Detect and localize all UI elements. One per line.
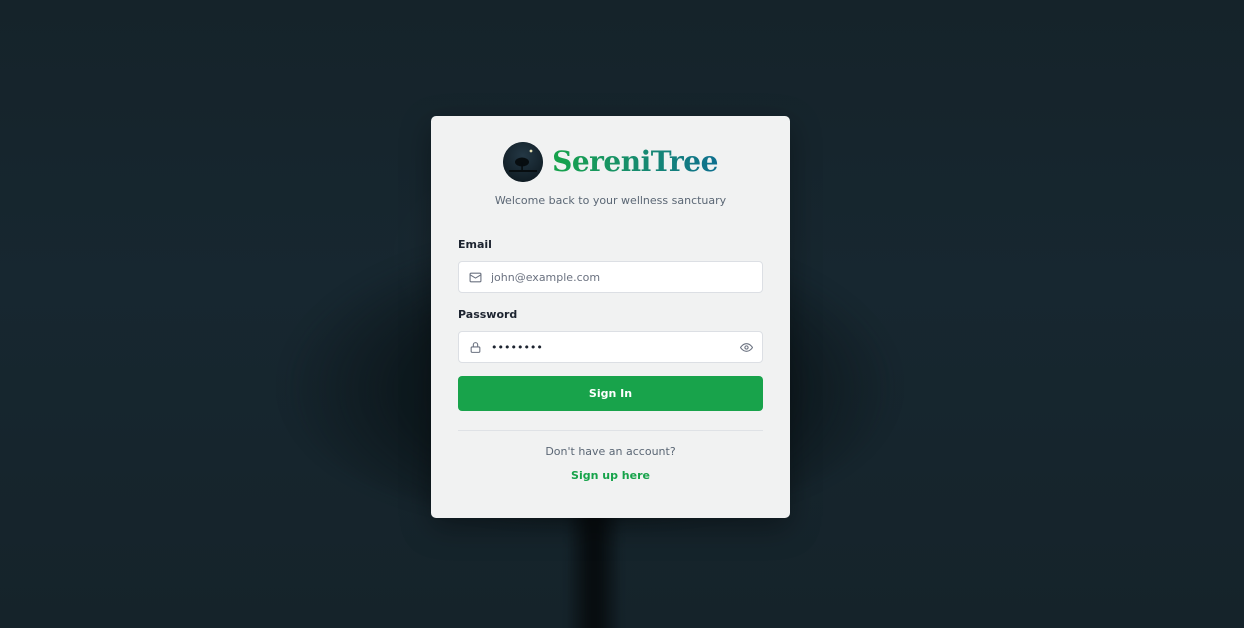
- email-field[interactable]: [458, 261, 763, 293]
- password-field[interactable]: [458, 331, 763, 363]
- login-card: SereniTree Welcome back to your wellness…: [431, 116, 790, 518]
- sign-in-button[interactable]: Sign In: [458, 376, 763, 411]
- sign-up-link[interactable]: Sign up here: [431, 469, 790, 482]
- welcome-subtitle: Welcome back to your wellness sanctuary: [494, 194, 727, 207]
- email-input[interactable]: [491, 262, 762, 292]
- lock-icon: [468, 340, 482, 354]
- password-input[interactable]: [491, 332, 739, 362]
- no-account-text: Don't have an account?: [545, 445, 676, 458]
- brand-header: SereniTree: [431, 142, 790, 182]
- email-label: Email: [458, 238, 492, 251]
- brand-name: SereniTree: [552, 145, 718, 178]
- password-label: Password: [458, 308, 518, 321]
- divider: [458, 430, 763, 431]
- eye-icon[interactable]: [739, 340, 753, 354]
- moon-tree-logo-icon: [503, 142, 544, 182]
- mail-icon: [468, 270, 482, 284]
